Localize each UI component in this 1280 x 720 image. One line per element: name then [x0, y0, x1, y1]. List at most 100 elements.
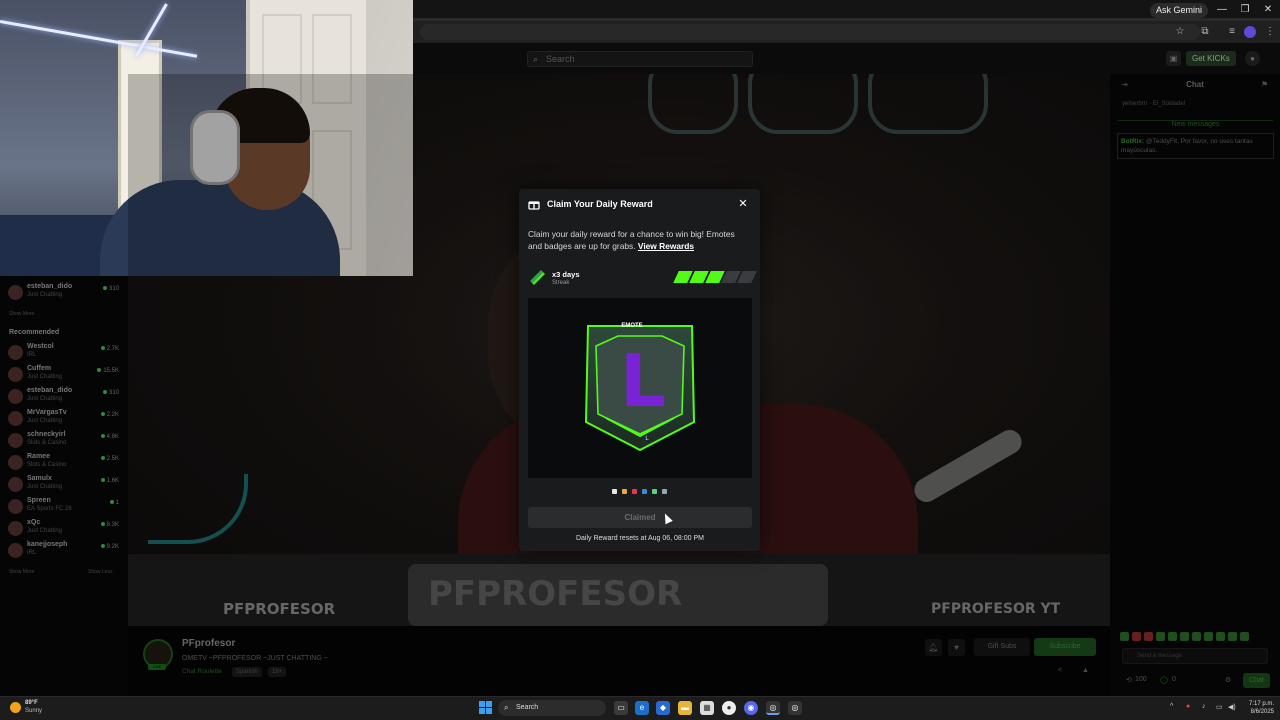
sidebar-recommended-item[interactable]: Samulx Just Chatting 1.6K [0, 474, 128, 496]
carousel-dot[interactable] [622, 489, 627, 494]
sidebar-recommended-item[interactable]: Ramee Slots & Casino 2.5K [0, 452, 128, 474]
streak-label: Streak [552, 280, 570, 286]
store-icon[interactable]: ▦ [700, 701, 714, 715]
avatar [8, 389, 23, 404]
windows-start-icon[interactable] [479, 701, 492, 714]
media-icon[interactable]: ≡ [1224, 24, 1240, 40]
channel-name: esteban_dido [27, 283, 73, 290]
avatar [8, 543, 23, 558]
show-less-link[interactable]: Show Less [88, 569, 112, 575]
url-bar[interactable] [420, 24, 1200, 40]
carousel-dot[interactable] [652, 489, 657, 494]
viewer-count: 4.8K [101, 434, 119, 440]
emote-name: L [645, 436, 649, 442]
sidebar-following-item[interactable]: esteban_dido Just Chatting 310 [0, 282, 128, 304]
search-icon: ⌕ [504, 703, 509, 712]
edge-icon[interactable]: e [635, 701, 649, 715]
close-icon[interactable]: ✕ [736, 197, 750, 211]
channel-category: Just Chatting [27, 374, 63, 380]
channel-category: IRL [27, 550, 37, 556]
extensions-icon[interactable]: ⧉ [1197, 24, 1213, 40]
sidebar-recommended-item[interactable]: Cuffem Just Chatting 15.5K [0, 364, 128, 386]
volume-icon[interactable]: ◀) [1228, 703, 1236, 711]
ask-gemini-button[interactable]: Ask Gemini [1150, 3, 1209, 18]
tray-app-icon[interactable]: ● [1186, 703, 1190, 710]
weather-condition[interactable]: Sunny [25, 708, 42, 714]
sidebar-recommended-item[interactable]: Spreen EA Sports FC 26 1 [0, 496, 128, 518]
channel-name: Ramee [27, 453, 50, 460]
taskbar-clock[interactable]: 7:17 p.m. 8/6/2025 [1240, 700, 1274, 716]
kebab-menu-icon[interactable]: ⋮ [1262, 24, 1278, 40]
reward-type-label: EMOTE [621, 323, 643, 329]
viewer-count: 2.5K [101, 456, 119, 462]
channel-name: Samulx [27, 475, 52, 482]
user-avatar-icon[interactable]: ● [1245, 51, 1260, 66]
viewer-count: 15.5K [97, 368, 119, 374]
sidebar-recommended-item[interactable]: Westcol IRL 2.7K [0, 342, 128, 364]
taskbar-search-label: Search [516, 704, 539, 711]
wallet-icon[interactable]: ▣ [1166, 51, 1181, 66]
sidebar-recommended-item[interactable]: esteban_dido Just Chatting 310 [0, 386, 128, 408]
taskbar-search[interactable]: ⌕ Search [498, 700, 606, 716]
viewer-count: 310 [103, 286, 119, 292]
channel-category: Slots & Casino [27, 462, 67, 468]
tray-overflow-icon[interactable]: ^ [1170, 703, 1173, 710]
network-icon[interactable]: ▭ [1216, 703, 1223, 711]
restore-button[interactable]: ❐ [1237, 2, 1253, 18]
sidebar-recommended-item[interactable]: schneckyirl Slots & Casino 4.8K [0, 430, 128, 452]
chrome-beta-icon[interactable]: ◎ [788, 701, 802, 715]
viewer-count: 310 [103, 390, 119, 396]
profile-avatar[interactable] [1244, 26, 1256, 38]
app-icon[interactable]: ◆ [656, 701, 670, 715]
avatar [8, 367, 23, 382]
carousel-dot[interactable] [632, 489, 637, 494]
gift-icon [528, 201, 540, 210]
weather-sun-icon[interactable] [10, 702, 21, 713]
minimize-button[interactable]: — [1214, 2, 1230, 18]
viewer-count: 2.7K [101, 346, 119, 352]
task-view-icon[interactable]: ▭ [614, 701, 628, 715]
recommended-heading: Recommended [9, 329, 60, 336]
channel-category: Just Chatting [27, 528, 63, 534]
channel-name: kanejjoseph [27, 541, 68, 548]
carousel-dot[interactable] [642, 489, 647, 494]
modal-title: Claim Your Daily Reward [547, 199, 653, 209]
window-close-button[interactable]: ✕ [1260, 2, 1276, 18]
weather-temperature[interactable]: 89°F [25, 700, 38, 706]
avatar [8, 499, 23, 514]
avatar [8, 285, 23, 300]
avatar [8, 455, 23, 470]
kick-search-input[interactable]: ⌕ Search [527, 51, 753, 67]
streak-days: x3 days [552, 270, 580, 279]
bookmark-star-icon[interactable]: ☆ [1172, 24, 1188, 40]
get-kicks-button[interactable]: Get KICKs [1186, 51, 1236, 66]
sidebar-recommended-item[interactable]: kanejjoseph IRL 9.2K [0, 540, 128, 562]
sidebar-recommended-item[interactable]: xQc Just Chatting 8.3K [0, 518, 128, 540]
carousel-dot[interactable] [662, 489, 667, 494]
view-rewards-link[interactable]: View Rewards [638, 241, 694, 251]
description-text: Claim your daily reward for a chance to … [528, 229, 735, 251]
channel-name: Spreen [27, 497, 51, 504]
viewer-count: 8.3K [101, 522, 119, 528]
sidebar-recommended-item[interactable]: MrVargasTv Just Chatting 2.2K [0, 408, 128, 430]
avatar [8, 411, 23, 426]
emote-image: L [620, 339, 666, 423]
channel-category: Just Chatting [27, 396, 63, 402]
channel-category: IRL [27, 352, 37, 358]
channel-category: Just Chatting [27, 484, 63, 490]
file-explorer-icon[interactable]: ▬ [678, 701, 692, 715]
discord-icon[interactable]: ◉ [744, 701, 758, 715]
channel-name: xQc [27, 519, 41, 526]
viewer-count: 1.6K [101, 478, 119, 484]
search-icon: ⌕ [533, 54, 539, 64]
show-more-link[interactable]: Show More [9, 311, 34, 317]
mic-icon[interactable]: ♪ [1202, 703, 1206, 710]
claimed-button[interactable]: Claimed [528, 507, 752, 528]
show-more-link[interactable]: Show More [9, 569, 34, 575]
channel-category: Just Chatting [27, 418, 63, 424]
steam-icon[interactable]: ● [722, 701, 736, 715]
chrome-icon[interactable]: ◎ [766, 701, 780, 715]
channel-category: Just Chatting [27, 292, 63, 298]
carousel-dot[interactable] [612, 489, 617, 494]
viewer-count: 9.2K [101, 544, 119, 550]
